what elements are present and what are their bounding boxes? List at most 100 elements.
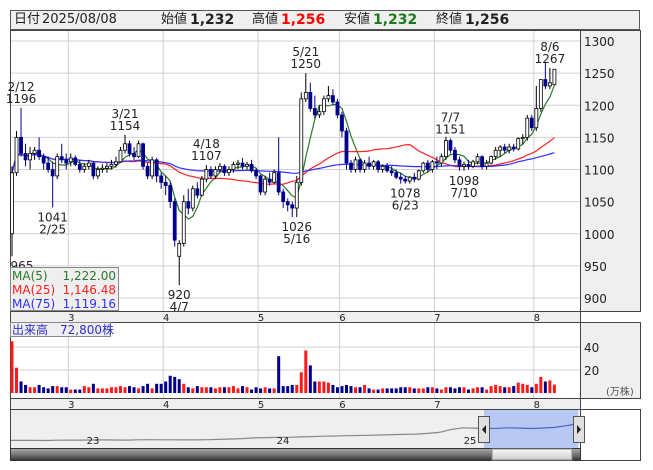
volume-bar [530,387,534,393]
candle-body [10,172,14,235]
candle-body [163,181,168,186]
volume-bar [73,389,77,393]
volume-bar [281,386,285,393]
volume-label: 出来高 72,800株 [12,322,114,337]
candle-body [150,159,155,177]
candle-body [340,114,344,132]
candle-body [68,157,73,163]
volume-bar [123,387,127,393]
volume-bar [55,386,59,393]
volume-bar [408,387,412,393]
year-label: 23 [87,436,100,447]
candle-body [222,165,227,174]
volume-bar [42,387,46,393]
candle-body [177,242,182,257]
candle-body [127,143,132,154]
volume-bar [358,387,362,393]
candle-body [141,143,145,167]
volume-bar [218,387,222,393]
y-tick-label: 950 [584,260,607,274]
candle-body [208,169,213,177]
volume-tick-label: 40 [584,341,599,355]
volume-bar [195,386,199,393]
candle-body [118,149,123,163]
volume-bar [485,389,489,393]
candle-body [380,165,385,170]
volume-bar [403,387,407,393]
volume-bar [313,381,317,393]
candle-body [398,176,403,180]
volume-bar [412,388,416,393]
candle-body [114,161,118,165]
volume-bar [335,387,339,393]
volume-bar [222,387,226,393]
candle-body [362,162,367,170]
date-axis-top [10,311,581,323]
candle-body [430,161,435,170]
candle-body [168,185,173,203]
volume-bar [543,381,547,393]
candle-body [95,169,100,177]
volume-bar [516,382,520,393]
volume-bar [128,386,132,393]
volume-bar [132,387,136,393]
volume-bar [539,376,543,393]
volume-bar [254,387,258,393]
volume-bar [227,387,231,393]
volume-bar [177,379,181,393]
volume-bar [417,388,421,393]
candle-body [231,163,236,170]
candle-body [538,79,543,109]
candle-body [516,138,521,150]
candle-body [240,162,245,167]
candle-body [37,149,42,158]
volume-bar [277,356,281,393]
candle-body [376,161,381,170]
candle-body [254,170,258,177]
volume-bar [159,383,163,393]
volume-bar [146,383,150,393]
candle-body [236,162,240,165]
scrollbar-thumb[interactable] [491,448,573,461]
volume-bar [503,387,507,393]
volume-bar [272,388,276,393]
candle-body [367,162,371,167]
volume-bar [137,388,141,393]
candle-body [331,95,335,103]
y-tick-label: 1150 [584,131,615,145]
navigator-right-handle[interactable] [573,416,585,443]
candle-body [403,178,408,182]
ma75-label: MA(75) [12,297,55,311]
candle-body [14,136,19,174]
candle-body [444,140,448,158]
volume-bar [489,386,493,393]
volume-bar [381,388,385,393]
volume-bar [480,387,484,393]
volume-bar [363,384,367,393]
candle-body [204,169,209,180]
candle-body [529,117,534,129]
annotation-date: 5/16 [283,232,310,246]
candle-body [321,98,326,113]
stock-chart-widget: 日付 2025/08/08 始値 1,232 高値 1,256 安値 1,232… [0,0,653,470]
ma5-label: MA(5) [12,269,48,283]
candle-body [299,98,304,183]
volume-bar [372,389,376,393]
volume-bar [471,388,475,393]
navigator-left-handle[interactable] [478,416,490,443]
y-tick-label: 1250 [584,67,615,81]
volume-bar [24,384,28,393]
candle-body [371,161,376,167]
candle-body [227,169,231,174]
candle-body [50,169,55,177]
volume-bar [141,386,145,393]
candle-body [457,159,462,167]
candle-body [335,101,340,116]
y-tick-label: 1300 [584,35,615,49]
volume-bar [173,376,177,393]
volume-bar [385,388,389,393]
candle-body [199,178,204,196]
volume-bar [322,381,326,393]
volume-bar [354,387,358,393]
volume-bar [82,386,86,393]
